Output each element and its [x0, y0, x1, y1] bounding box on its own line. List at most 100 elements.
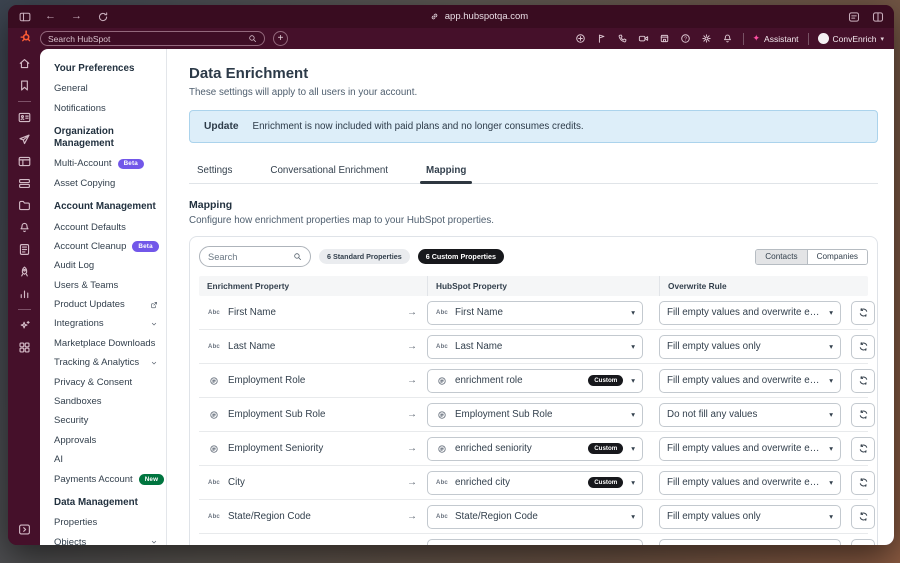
hubspot-topnav: + ? ✦ Assistant ConvEnrich ▾ — [8, 28, 894, 49]
forward-icon[interactable]: → — [70, 10, 83, 23]
sidebar-item-properties[interactable]: Properties — [40, 513, 166, 532]
sync-button[interactable] — [851, 369, 875, 393]
rocket-icon[interactable] — [17, 264, 32, 279]
alerts-icon[interactable] — [17, 220, 32, 235]
expand-icon[interactable] — [17, 522, 32, 537]
content-icon[interactable] — [17, 154, 32, 169]
hubspot-property-select[interactable]: Abcenriched country Custom ▾ — [427, 539, 643, 545]
tab-settings[interactable]: Settings — [191, 159, 238, 183]
account-name: ConvEnrich — [833, 34, 877, 44]
commerce-icon[interactable] — [17, 176, 32, 191]
sidebar-item-ai[interactable]: AI — [40, 450, 166, 469]
sidebar-item-audit-log[interactable]: Audit Log — [40, 256, 166, 275]
account-menu[interactable]: ConvEnrich ▾ — [818, 33, 884, 44]
sync-button[interactable] — [851, 403, 875, 427]
table-row: Employment Seniority → enriched seniorit… — [199, 432, 868, 466]
home-icon[interactable] — [17, 56, 32, 71]
sidebar-item-objects[interactable]: Objects — [40, 533, 166, 545]
sidebar-item-payments-account[interactable]: Payments AccountNew — [40, 470, 166, 489]
settings-icon[interactable] — [701, 33, 713, 45]
object-toggle: ContactsCompanies — [755, 249, 868, 265]
sidebar-section-header: Your Preferences — [40, 55, 166, 79]
sidebar-item-marketplace-downloads[interactable]: Marketplace Downloads — [40, 334, 166, 353]
summarizer-icon[interactable] — [847, 10, 860, 23]
hubspot-property-select[interactable]: enrichment role Custom ▾ — [427, 369, 643, 393]
custom-badge: Custom — [588, 477, 623, 488]
sidebar-item-multi-account[interactable]: Multi-AccountBeta — [40, 154, 166, 173]
global-search-input[interactable] — [48, 34, 242, 44]
standard-properties-filter[interactable]: 6 Standard Properties — [319, 249, 410, 264]
overwrite-rule-select[interactable]: Fill empty values and overwrite existing… — [659, 369, 841, 393]
overwrite-rule-select[interactable]: Fill empty values only ▾ — [659, 539, 841, 545]
meetings-icon[interactable] — [638, 33, 650, 45]
sidebar-item-users-teams[interactable]: Users & Teams — [40, 276, 166, 295]
chevron-down-icon: ▾ — [829, 444, 833, 453]
overwrite-rule-select[interactable]: Fill empty values only ▾ — [659, 335, 841, 359]
overwrite-rule-select[interactable]: Do not fill any values ▾ — [659, 403, 841, 427]
notifications-icon[interactable] — [722, 33, 734, 45]
marketing-icon[interactable] — [17, 132, 32, 147]
reporting-icon[interactable] — [17, 286, 32, 301]
banner-title: Update — [204, 121, 239, 132]
bookmarks-icon[interactable] — [17, 78, 32, 93]
mapping-description: Configure how enrichment properties map … — [189, 215, 878, 226]
mapping-search[interactable] — [199, 246, 311, 267]
sync-button[interactable] — [851, 335, 875, 359]
back-icon[interactable]: ← — [44, 10, 57, 23]
sidebar-item-approvals[interactable]: Approvals — [40, 431, 166, 450]
overwrite-rule-select[interactable]: Fill empty values and overwrite existing… — [659, 437, 841, 461]
sidebar-item-account-defaults[interactable]: Account Defaults — [40, 218, 166, 237]
sidebar-toggle-icon[interactable] — [18, 10, 31, 23]
address-bar[interactable]: app.hubspotqa.com — [109, 10, 847, 23]
calling-icon[interactable] — [617, 33, 629, 45]
crm-icon[interactable] — [17, 110, 32, 125]
help-icon[interactable]: ? — [680, 33, 692, 45]
sync-button[interactable] — [851, 539, 875, 545]
hubspot-property-select[interactable]: AbcLast Name ▾ — [427, 335, 643, 359]
sidebar-item-general[interactable]: General — [40, 79, 166, 98]
marketplace-icon[interactable] — [575, 33, 587, 45]
sync-button[interactable] — [851, 505, 875, 529]
reload-icon[interactable] — [96, 10, 109, 23]
overwrite-rule-select[interactable]: Fill empty values only ▾ — [659, 505, 841, 529]
sidebar-item-security[interactable]: Security — [40, 411, 166, 430]
sidebar-item-integrations[interactable]: Integrations — [40, 314, 166, 333]
sidebar-item-account-cleanup[interactable]: Account CleanupBeta — [40, 237, 166, 256]
tab-mapping[interactable]: Mapping — [420, 159, 472, 183]
sync-button[interactable] — [851, 301, 875, 325]
sync-button[interactable] — [851, 471, 875, 495]
sidebar-item-tracking-analytics[interactable]: Tracking & Analytics — [40, 353, 166, 372]
sidebar-item-privacy-consent[interactable]: Privacy & Consent — [40, 373, 166, 392]
create-button[interactable]: + — [273, 31, 288, 46]
hubspot-property-select[interactable]: enriched seniority Custom ▾ — [427, 437, 643, 461]
hubspot-property-select[interactable]: AbcFirst Name ▾ — [427, 301, 643, 325]
overwrite-rule-select[interactable]: Fill empty values and overwrite existing… — [659, 471, 841, 495]
hubspot-property-select[interactable]: Employment Sub Role ▾ — [427, 403, 643, 427]
global-search[interactable] — [40, 31, 265, 46]
sync-button[interactable] — [851, 437, 875, 461]
custom-properties-filter[interactable]: 6 Custom Properties — [418, 249, 504, 264]
sidebar-item-notifications[interactable]: Notifications — [40, 99, 166, 118]
hubspot-property-select[interactable]: Abcenriched city Custom ▾ — [427, 471, 643, 495]
tab-conversational-enrichment[interactable]: Conversational Enrichment — [264, 159, 394, 183]
ai-assistant-icon[interactable] — [17, 318, 32, 333]
copilot-icon[interactable] — [596, 33, 608, 45]
hubspot-property-select[interactable]: AbcState/Region Code ▾ — [427, 505, 643, 529]
tab-overview-icon[interactable] — [871, 10, 884, 23]
toggle-contacts[interactable]: Contacts — [756, 250, 806, 264]
hubspot-logo-icon[interactable] — [18, 29, 32, 48]
overwrite-rule-select[interactable]: Fill empty values and overwrite existing… — [659, 301, 841, 325]
text-property-icon: Abc — [435, 344, 449, 350]
sidebar-item-sandboxes[interactable]: Sandboxes — [40, 392, 166, 411]
assistant-button[interactable]: ✦ Assistant — [753, 33, 799, 44]
shop-icon[interactable] — [659, 33, 671, 45]
workspace-icon[interactable] — [17, 340, 32, 355]
sidebar-item-asset-copying[interactable]: Asset Copying — [40, 174, 166, 193]
workflows-icon[interactable] — [17, 198, 32, 213]
sidebar-item-product-updates[interactable]: Product Updates — [40, 295, 166, 314]
toggle-companies[interactable]: Companies — [807, 250, 867, 264]
library-icon[interactable] — [17, 242, 32, 257]
mapping-search-input[interactable] — [208, 252, 289, 262]
arrow-right-icon: → — [397, 477, 427, 488]
page-subtitle: These settings will apply to all users i… — [189, 87, 878, 98]
